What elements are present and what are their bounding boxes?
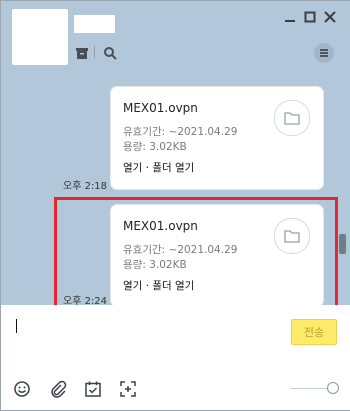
message-time: 오후 2:18 [63, 181, 108, 192]
archive-icon[interactable] [75, 45, 89, 59]
message-input[interactable] [16, 319, 17, 333]
folder-icon[interactable] [274, 100, 310, 136]
chat-window: MEX01.ovpn 유효기간: ~2021.04.29 용량: 3.02KB … [0, 0, 350, 411]
transparency-slider-knob[interactable] [327, 382, 339, 394]
file-actions[interactable]: 열기 · 폴더 열기 [123, 160, 194, 175]
scrollbar-thumb[interactable] [339, 234, 346, 254]
emoji-icon[interactable] [13, 380, 31, 398]
menu-button[interactable] [314, 43, 334, 63]
chat-header [1, 1, 350, 69]
file-name: MEX01.ovpn [123, 101, 198, 115]
avatar[interactable] [12, 9, 68, 65]
attach-icon[interactable] [49, 380, 67, 398]
file-message[interactable]: MEX01.ovpn 유효기간: ~2021.04.29 용량: 3.02KB … [111, 87, 323, 189]
search-icon[interactable] [103, 45, 117, 60]
send-button[interactable]: 전송 [291, 319, 337, 345]
minimize-icon[interactable] [283, 9, 297, 23]
menu-icon [320, 49, 328, 57]
file-size: 용량: 3.02KB [123, 141, 187, 153]
capture-icon[interactable] [119, 380, 137, 398]
chat-room-name [74, 15, 115, 33]
close-icon[interactable] [323, 9, 337, 23]
highlight-box [54, 197, 338, 314]
calendar-check-icon[interactable] [84, 380, 102, 398]
maximize-icon[interactable] [303, 9, 317, 23]
file-expiry: 유효기간: ~2021.04.29 [123, 126, 238, 138]
header-divider [94, 45, 97, 59]
